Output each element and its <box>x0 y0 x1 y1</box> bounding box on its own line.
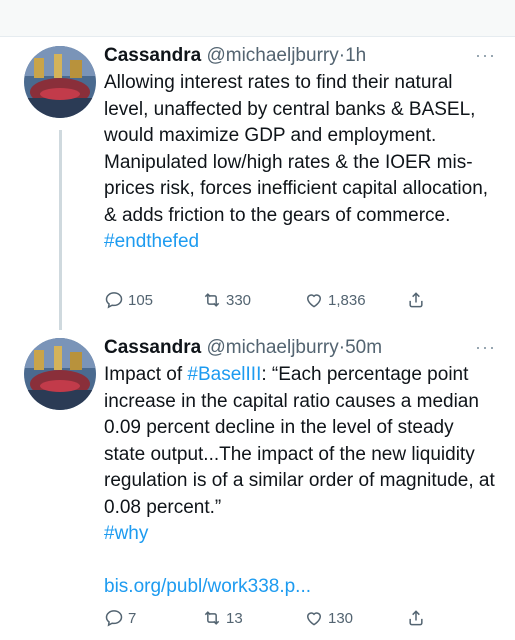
retweet-button[interactable]: 330 <box>202 290 251 310</box>
hashtag-link[interactable]: #BaselIII <box>187 364 261 385</box>
reply-icon <box>105 610 123 627</box>
like-count: 1,836 <box>328 291 366 309</box>
reply-icon <box>105 292 123 309</box>
thread-line <box>59 130 62 330</box>
tweet-body: : “Each percentage point increase in the… <box>104 364 495 518</box>
retweet-count: 330 <box>226 291 252 309</box>
retweet-icon <box>204 293 220 307</box>
reply-button[interactable]: 7 <box>104 608 136 628</box>
hashtag-link[interactable]: #why <box>104 523 148 544</box>
reply-count: 7 <box>128 609 137 627</box>
author-name[interactable]: Cassandra <box>104 45 201 66</box>
share-button[interactable] <box>406 290 430 310</box>
top-bar <box>0 0 515 37</box>
more-options-icon[interactable]: ··· <box>475 46 496 64</box>
tweet-text: Allowing interest rates to find their na… <box>104 70 496 256</box>
avatar[interactable] <box>24 46 96 118</box>
share-icon <box>409 292 423 308</box>
retweet-count: 13 <box>226 609 243 627</box>
avatar[interactable] <box>24 338 96 410</box>
like-button[interactable]: 1,836 <box>304 290 366 310</box>
tweet-body: Allowing interest rates to find their na… <box>104 72 489 226</box>
timestamp[interactable]: 1h <box>345 45 366 66</box>
retweet-button[interactable]: 13 <box>202 608 243 628</box>
timestamp[interactable]: 50m <box>345 337 382 358</box>
heart-icon <box>306 294 322 308</box>
tweet-header: Cassandra @michaeljburry·1h <box>104 44 496 68</box>
like-button[interactable]: 130 <box>304 608 353 628</box>
tweet-header: Cassandra @michaeljburry·50m <box>104 336 496 360</box>
hashtag-link[interactable]: #endthefed <box>104 231 199 252</box>
reply-button[interactable]: 105 <box>104 290 153 310</box>
author-handle[interactable]: @michaeljburry <box>206 337 338 358</box>
author-handle[interactable]: @michaeljburry <box>206 45 338 66</box>
tweet-body-prefix: Impact of <box>104 364 188 385</box>
share-icon <box>409 610 423 626</box>
heart-icon <box>306 612 322 626</box>
tweet-text: Impact of #BaselIII: “Each percentage po… <box>104 362 496 548</box>
author-name[interactable]: Cassandra <box>104 337 201 358</box>
reply-count: 105 <box>128 291 154 309</box>
share-button[interactable] <box>406 608 430 628</box>
external-link[interactable]: bis.org/publ/work338.p... <box>104 576 311 597</box>
like-count: 130 <box>328 609 354 627</box>
more-options-icon[interactable]: ··· <box>475 338 496 356</box>
retweet-icon <box>204 611 220 625</box>
